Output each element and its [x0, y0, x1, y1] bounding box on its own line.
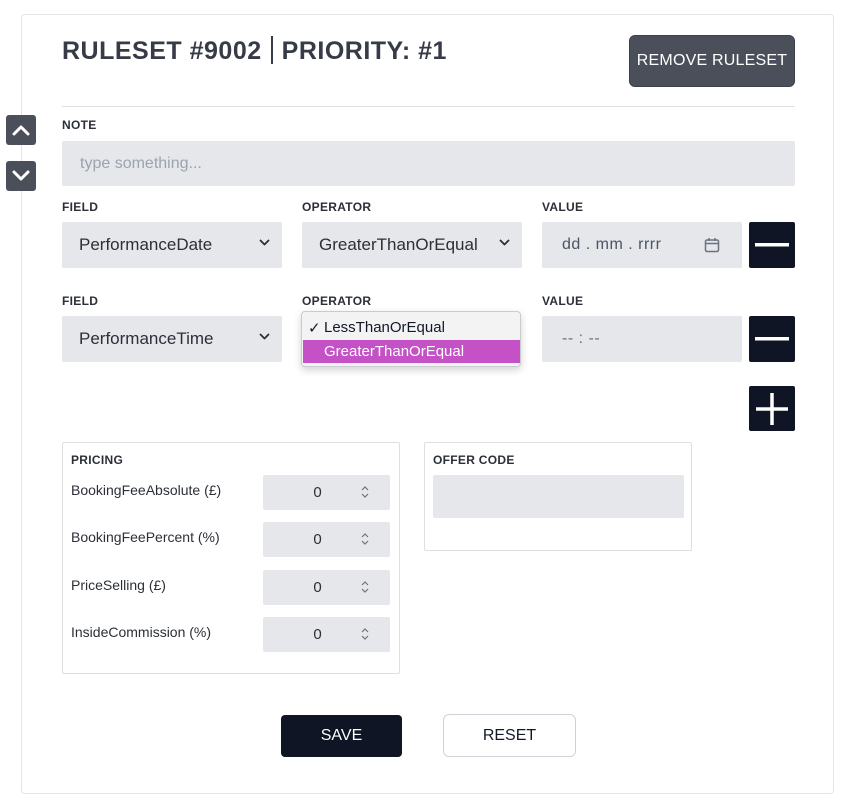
booking-fee-absolute-input[interactable]: 0	[263, 475, 390, 510]
minus-icon	[755, 337, 789, 341]
pricing-row-label: BookingFeePercent (%)	[71, 529, 220, 545]
remove-ruleset-button[interactable]: REMOVE RULESET	[629, 35, 795, 87]
operator-select-value: GreaterThanOrEqual	[319, 235, 478, 254]
number-value: 0	[313, 531, 322, 548]
dropdown-option-label: LessThanOrEqual	[324, 319, 445, 336]
number-value: 0	[313, 484, 322, 501]
number-value: 0	[313, 579, 322, 596]
pricing-row-label: PriceSelling (£)	[71, 577, 166, 593]
operator-label: OPERATOR	[302, 294, 372, 308]
field-select[interactable]: PerformanceTime	[62, 316, 282, 362]
title-separator	[270, 36, 273, 64]
header-divider	[62, 106, 795, 107]
note-label: NOTE	[62, 118, 97, 132]
calendar-icon[interactable]	[704, 237, 720, 253]
remove-condition-button[interactable]	[749, 316, 795, 362]
time-input[interactable]: -- : --	[542, 316, 742, 362]
number-value: 0	[313, 626, 322, 643]
pricing-title: PRICING	[71, 453, 124, 467]
move-down-button[interactable]	[6, 161, 36, 191]
value-label: VALUE	[542, 200, 584, 214]
chevron-down-icon	[12, 170, 30, 181]
spinner-icon[interactable]	[361, 580, 369, 594]
remove-condition-button[interactable]	[749, 222, 795, 268]
offer-code-title: OFFER CODE	[433, 453, 515, 467]
pricing-row-label: InsideCommission (%)	[71, 624, 212, 640]
inside-commission-input[interactable]: 0	[263, 617, 390, 652]
spinner-icon[interactable]	[361, 532, 369, 546]
date-input-value: dd . mm . rrrr	[562, 236, 662, 253]
operator-label: OPERATOR	[302, 200, 372, 214]
date-input[interactable]: dd . mm . rrrr	[542, 222, 742, 268]
reset-button[interactable]: RESET	[443, 714, 576, 757]
dropdown-option-label: GreaterThanOrEqual	[324, 343, 465, 360]
value-label: VALUE	[542, 294, 584, 308]
field-select-value: PerformanceDate	[79, 235, 213, 254]
chevron-down-icon	[259, 333, 270, 340]
time-input-value: -- : --	[562, 330, 601, 347]
field-label: FIELD	[62, 200, 99, 214]
minus-icon	[755, 243, 789, 247]
field-select[interactable]: PerformanceDate	[62, 222, 282, 268]
field-select-value: PerformanceTime	[79, 329, 214, 348]
plus-icon	[756, 392, 788, 425]
note-input[interactable]	[62, 141, 795, 186]
dropdown-option-greater-than-or-equal[interactable]: GreaterThanOrEqual	[303, 340, 520, 363]
page-title: RULESET #9002 PRIORITY: #1	[62, 36, 447, 66]
operator-select[interactable]: GreaterThanOrEqual	[302, 222, 522, 268]
add-condition-button[interactable]	[749, 386, 795, 431]
priority-label: PRIORITY: #1	[281, 37, 447, 65]
operator-dropdown-menu[interactable]: ✓ LessThanOrEqual GreaterThanOrEqual	[301, 311, 521, 367]
move-up-button[interactable]	[6, 115, 36, 145]
booking-fee-percent-input[interactable]: 0	[263, 522, 390, 557]
dropdown-option-less-than-or-equal[interactable]: ✓ LessThanOrEqual	[303, 316, 520, 339]
field-label: FIELD	[62, 294, 99, 308]
price-selling-input[interactable]: 0	[263, 570, 390, 605]
save-button[interactable]: SAVE	[281, 715, 402, 757]
ruleset-label: RULESET #9002	[62, 37, 262, 65]
spinner-icon[interactable]	[361, 627, 369, 641]
pricing-row-label: BookingFeeAbsolute (£)	[71, 482, 222, 498]
chevron-down-icon	[259, 239, 270, 246]
chevron-down-icon	[499, 239, 510, 246]
ruleset-card	[21, 14, 834, 794]
chevron-up-icon	[12, 125, 30, 136]
spinner-icon[interactable]	[361, 485, 369, 499]
offer-code-input[interactable]	[433, 475, 684, 518]
check-icon: ✓	[308, 319, 321, 337]
